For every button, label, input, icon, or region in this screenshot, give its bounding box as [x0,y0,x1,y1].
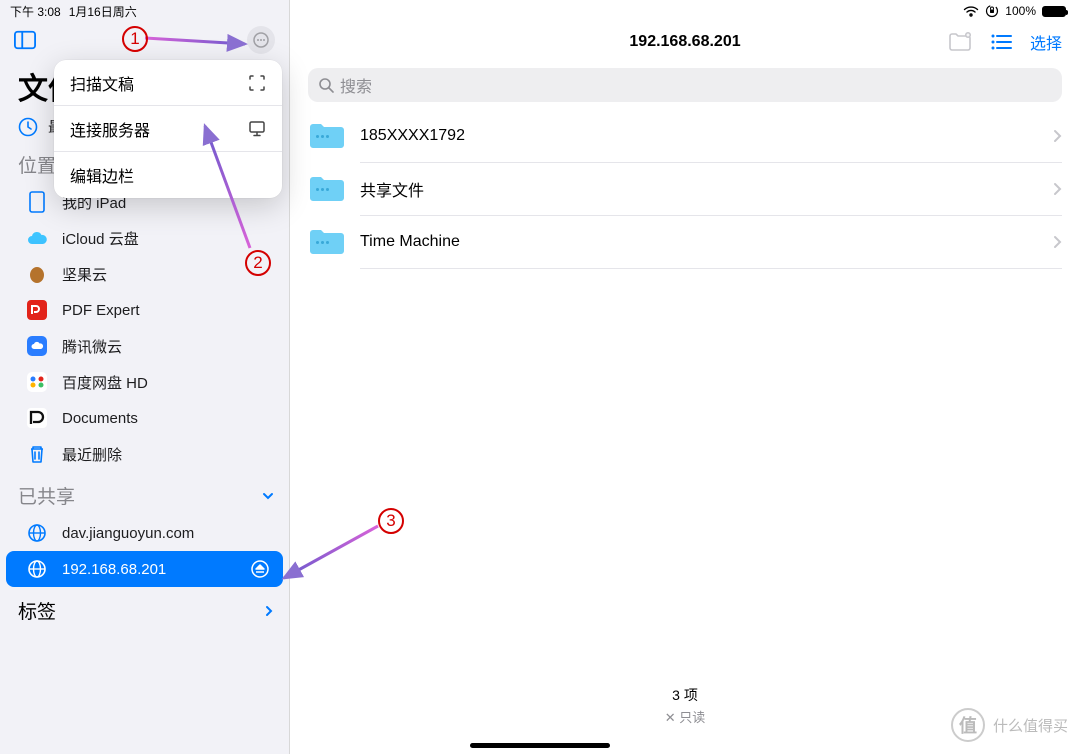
globe-icon [24,523,50,543]
select-button[interactable]: 选择 [1030,30,1062,54]
chevron-down-icon [261,489,275,503]
file-row[interactable]: 共享文件 [290,163,1080,215]
sidebar-item-label: Documents [62,410,138,427]
file-name: 185XXXX1792 [360,127,465,145]
watermark-badge: 值 [951,708,985,742]
watermark-text: 什么值得买 [993,715,1068,736]
section-shared-header[interactable]: 已共享 [0,472,289,515]
chevron-right-icon [1052,129,1062,143]
home-indicator [470,743,610,748]
weiyun-icon [24,336,50,356]
sidebar-toolbar [0,20,289,60]
documents-icon [24,408,50,428]
sidebar-item-trash[interactable]: 最近删除 [6,436,283,472]
main-panel: 100% 192.168.68.201 选择 搜索 185XXXX1792 共享… [290,0,1080,754]
sidebar-toggle-icon[interactable] [14,30,36,50]
clock-icon [18,117,38,137]
file-name: Time Machine [360,233,460,251]
sidebar-item-baidu[interactable]: 百度网盘 HD [6,364,283,400]
new-folder-icon[interactable] [948,32,972,52]
sidebar-item-label: 百度网盘 HD [62,372,148,393]
folder-icon [308,121,346,151]
sidebar-item-jianguoyun[interactable]: 坚果云 [6,256,283,292]
section-label: 已共享 [18,482,75,509]
icloud-icon [24,230,50,246]
file-row[interactable]: Time Machine [290,216,1080,268]
sidebar-item-label: 最近删除 [62,444,122,465]
popup-connect-server[interactable]: 连接服务器 [54,106,282,152]
scan-icon [248,74,266,92]
status-date: 1月16日周六 [69,3,137,20]
chevron-right-icon [1052,182,1062,196]
folder-icon [308,174,346,204]
sidebar-item-label: dav.jianguoyun.com [62,525,194,542]
search-placeholder: 搜索 [340,73,372,97]
sidebar-item-weiyun[interactable]: 腾讯微云 [6,328,283,364]
popup-edit-sidebar[interactable]: 编辑边栏 [54,152,282,198]
section-tags-header[interactable]: 标签 [0,587,289,630]
separator [360,268,1062,269]
sidebar-item-pdfexpert[interactable]: PDF Expert [6,292,283,328]
status-bar: 下午 3:08 1月16日周六 [0,0,289,20]
sidebar-item-label: 坚果云 [62,264,107,285]
popup-item-label: 连接服务器 [70,117,150,141]
more-options-button[interactable] [247,26,275,54]
sidebar: 下午 3:08 1月16日周六 文件 最近 扫描文稿 连接服务器 [0,0,290,754]
status-time: 下午 3:08 [10,3,61,20]
file-row[interactable]: 185XXXX1792 [290,110,1080,162]
battery-pct: 100% [1005,4,1036,18]
chevron-right-icon [1052,235,1062,249]
popup-item-label: 编辑边栏 [70,163,134,187]
server-icon [248,120,266,138]
sidebar-item-dav[interactable]: dav.jianguoyun.com [6,515,283,551]
ipad-icon [24,191,50,213]
wifi-icon [963,5,979,17]
battery-icon [1042,6,1066,17]
popup-item-label: 扫描文稿 [70,71,134,95]
orientation-lock-icon [985,4,999,18]
sidebar-item-label: iCloud 云盘 [62,228,139,249]
sidebar-item-documents[interactable]: Documents [6,400,283,436]
sidebar-item-label: 192.168.68.201 [62,561,166,578]
item-count: 3 项 [290,685,1080,705]
more-menu-popup: 扫描文稿 连接服务器 编辑边栏 [54,60,282,198]
status-bar-right: 100% [290,0,1080,20]
sidebar-item-icloud[interactable]: iCloud 云盘 [6,220,283,256]
jianguoyun-icon [24,264,50,284]
list-view-icon[interactable] [990,33,1012,51]
globe-icon [24,559,50,579]
sidebar-item-server[interactable]: 192.168.68.201 [6,551,283,587]
section-label: 标签 [18,597,56,624]
eject-icon[interactable] [251,560,269,578]
search-field[interactable]: 搜索 [308,68,1062,102]
pdfexpert-icon [24,300,50,320]
folder-icon [308,227,346,257]
sidebar-item-label: PDF Expert [62,302,140,319]
chevron-right-icon [263,604,275,618]
section-label: 位置 [18,151,56,178]
baidu-icon [24,372,50,392]
watermark: 值 什么值得买 [951,708,1068,742]
sidebar-item-label: 腾讯微云 [62,336,122,357]
file-name: 共享文件 [360,177,424,201]
search-icon [318,77,334,93]
main-header: 192.168.68.201 选择 [290,20,1080,64]
popup-scan-documents[interactable]: 扫描文稿 [54,60,282,106]
trash-icon [24,444,50,464]
